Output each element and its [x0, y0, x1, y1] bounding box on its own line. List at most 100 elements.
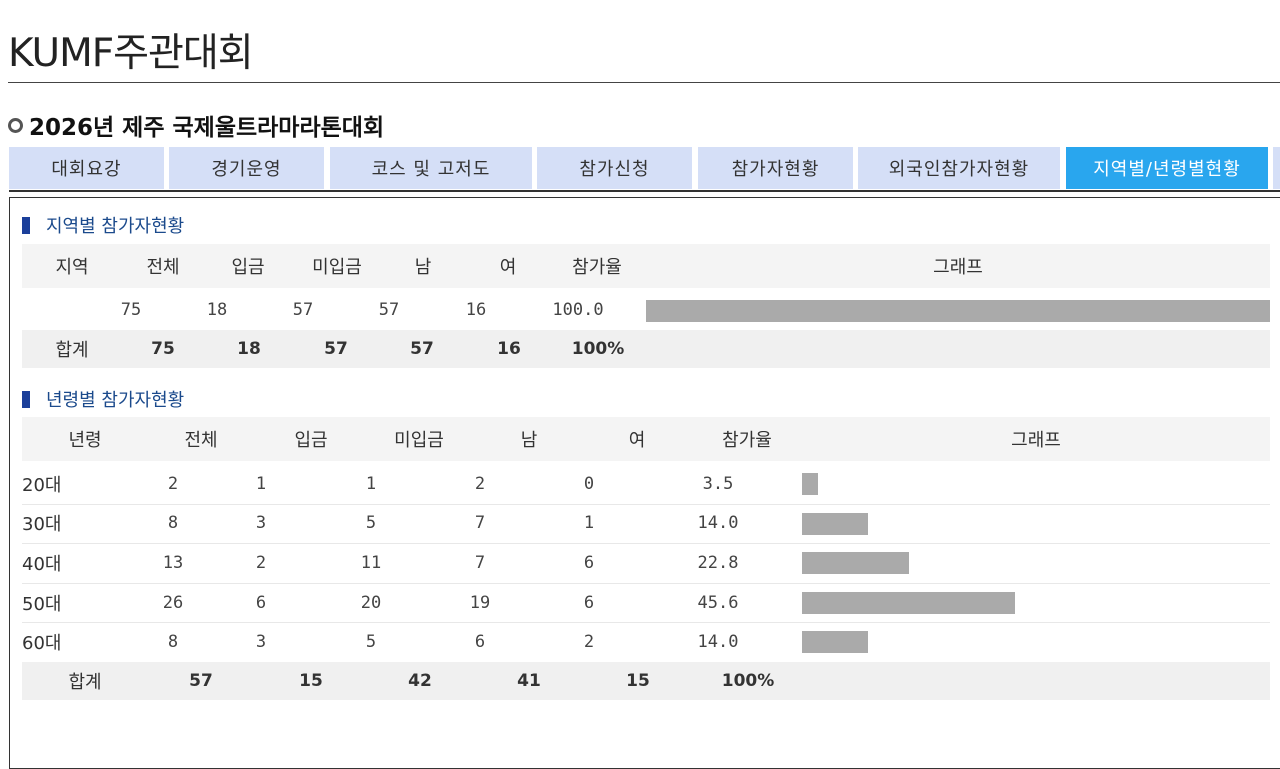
total-cell: 8: [167, 513, 179, 534]
header-total: 전체: [184, 430, 218, 451]
sum-male: 41: [517, 671, 541, 691]
female-cell: 2: [583, 632, 595, 653]
graph-bar: [802, 631, 868, 654]
rate-cell: 45.6: [697, 592, 739, 613]
age-title-text: 년령별 참가자현황: [46, 390, 185, 411]
table-row: 30대 8 3 5 7 1 14.0: [22, 504, 1270, 545]
site-title: KUMF주관대회: [8, 31, 254, 76]
graph-bar: [646, 300, 1270, 322]
region-cell: [22, 290, 102, 330]
male-cell: 6: [474, 632, 486, 653]
header-graph: 그래프: [1011, 430, 1061, 451]
header-male: 남: [414, 257, 432, 278]
table-row: 50대 26 6 20 19 6 45.6: [22, 583, 1270, 624]
age-cell: 50대: [22, 593, 62, 615]
paid-cell: 6: [255, 592, 267, 613]
rate-cell: 22.8: [697, 552, 739, 573]
sum-female: 15: [626, 671, 650, 691]
age-table-header: 년령 전체 입금 미입금 남 여 참가율 그래프: [22, 417, 1270, 463]
header-female: 여: [499, 257, 517, 278]
total-cell: 8: [167, 632, 179, 653]
age-cell: 20대: [22, 474, 62, 496]
male-cell: 2: [474, 473, 486, 494]
unpaid-cell: 5: [365, 513, 377, 534]
male-cell: 57: [378, 300, 400, 320]
male-cell: 19: [469, 592, 491, 613]
sum-female: 16: [497, 339, 521, 359]
paid-cell: 2: [255, 552, 267, 573]
header-rate: 참가율: [722, 430, 772, 451]
graph-bar: [802, 512, 868, 535]
female-cell: 0: [583, 473, 595, 494]
header-graph: 그래프: [933, 257, 983, 278]
female-cell: 6: [583, 592, 595, 613]
male-cell: 7: [474, 513, 486, 534]
graph-bar: [802, 591, 1015, 614]
event-title-row: 2026년 제주 국제울트라마라톤대회: [8, 108, 384, 142]
male-cell: 7: [474, 552, 486, 573]
age-section-title: 년령별 참가자현황: [22, 386, 184, 412]
header-female: 여: [628, 430, 646, 451]
graph-bar: [802, 473, 818, 495]
table-row: 60대 8 3 5 6 2 14.0: [22, 622, 1270, 663]
rate-cell: 3.5: [702, 473, 734, 494]
female-cell: 1: [583, 513, 595, 534]
unpaid-cell: 20: [360, 592, 382, 613]
table-row: 20대 2 1 1 2 0 3.5: [22, 464, 1270, 505]
region-title-text: 지역별 참가자현황: [46, 216, 185, 237]
unpaid-cell: 5: [365, 632, 377, 653]
header-unpaid: 미입금: [312, 257, 362, 278]
region-table-header: 지역 전체 입금 미입금 남 여 참가율 그래프: [22, 244, 1270, 290]
tab-overflow[interactable]: [1273, 147, 1280, 189]
sum-rate: 100%: [571, 339, 625, 359]
header-paid: 입금: [294, 430, 328, 451]
sum-male: 57: [410, 339, 434, 359]
section-marker: [22, 390, 30, 408]
header-rate: 참가율: [572, 257, 622, 278]
unpaid-cell: 11: [360, 552, 382, 573]
tab-guidelines[interactable]: 대회요강: [9, 147, 164, 189]
total-cell: 2: [167, 473, 179, 494]
paid-cell: 3: [255, 513, 267, 534]
sum-label: 합계: [68, 672, 102, 693]
unpaid-cell: 57: [292, 300, 314, 320]
sum-unpaid: 57: [324, 339, 348, 359]
rate-cell: 14.0: [697, 513, 739, 534]
region-section-title: 지역별 참가자현황: [22, 212, 184, 238]
tab-participants[interactable]: 참가자현황: [698, 147, 853, 189]
sum-rate: 100%: [721, 671, 775, 691]
header-male: 남: [520, 430, 538, 451]
tab-foreign-participants[interactable]: 외국인참가자현황: [858, 147, 1060, 189]
total-cell: 75: [120, 300, 142, 320]
graph-bar: [802, 552, 909, 575]
rate-cell: 100.0: [552, 300, 604, 320]
tab-divider: [9, 190, 1280, 192]
header-age: 년령: [68, 430, 102, 451]
section-marker: [22, 216, 30, 234]
sum-total: 57: [189, 671, 213, 691]
bullet-icon: [8, 117, 23, 133]
header-unpaid: 미입금: [394, 430, 444, 451]
paid-cell: 3: [255, 632, 267, 653]
female-cell: 6: [583, 552, 595, 573]
header-total: 전체: [146, 257, 180, 278]
tab-region-age[interactable]: 지역별/년령별현황: [1066, 147, 1268, 189]
paid-cell: 1: [255, 473, 267, 494]
age-cell: 40대: [22, 553, 62, 575]
region-sum-row: 합계 75 18 57 57 16 100%: [22, 330, 1270, 368]
sum-total: 75: [151, 339, 175, 359]
female-cell: 16: [465, 300, 487, 320]
paid-cell: 18: [206, 300, 228, 320]
sum-paid: 15: [299, 671, 323, 691]
title-divider: [8, 82, 1280, 83]
header-paid: 입금: [231, 257, 265, 278]
tab-operation[interactable]: 경기운영: [169, 147, 324, 189]
tab-registration[interactable]: 참가신청: [537, 147, 692, 189]
age-cell: 30대: [22, 514, 62, 536]
tab-course[interactable]: 코스 및 고저도: [330, 147, 532, 189]
age-cell: 60대: [22, 633, 62, 655]
tab-bar: 대회요강 경기운영 코스 및 고저도 참가신청 참가자현황 외국인참가자현황 지…: [9, 147, 1280, 189]
rate-cell: 14.0: [697, 632, 739, 653]
sum-unpaid: 42: [408, 671, 432, 691]
sum-label: 합계: [55, 340, 89, 361]
